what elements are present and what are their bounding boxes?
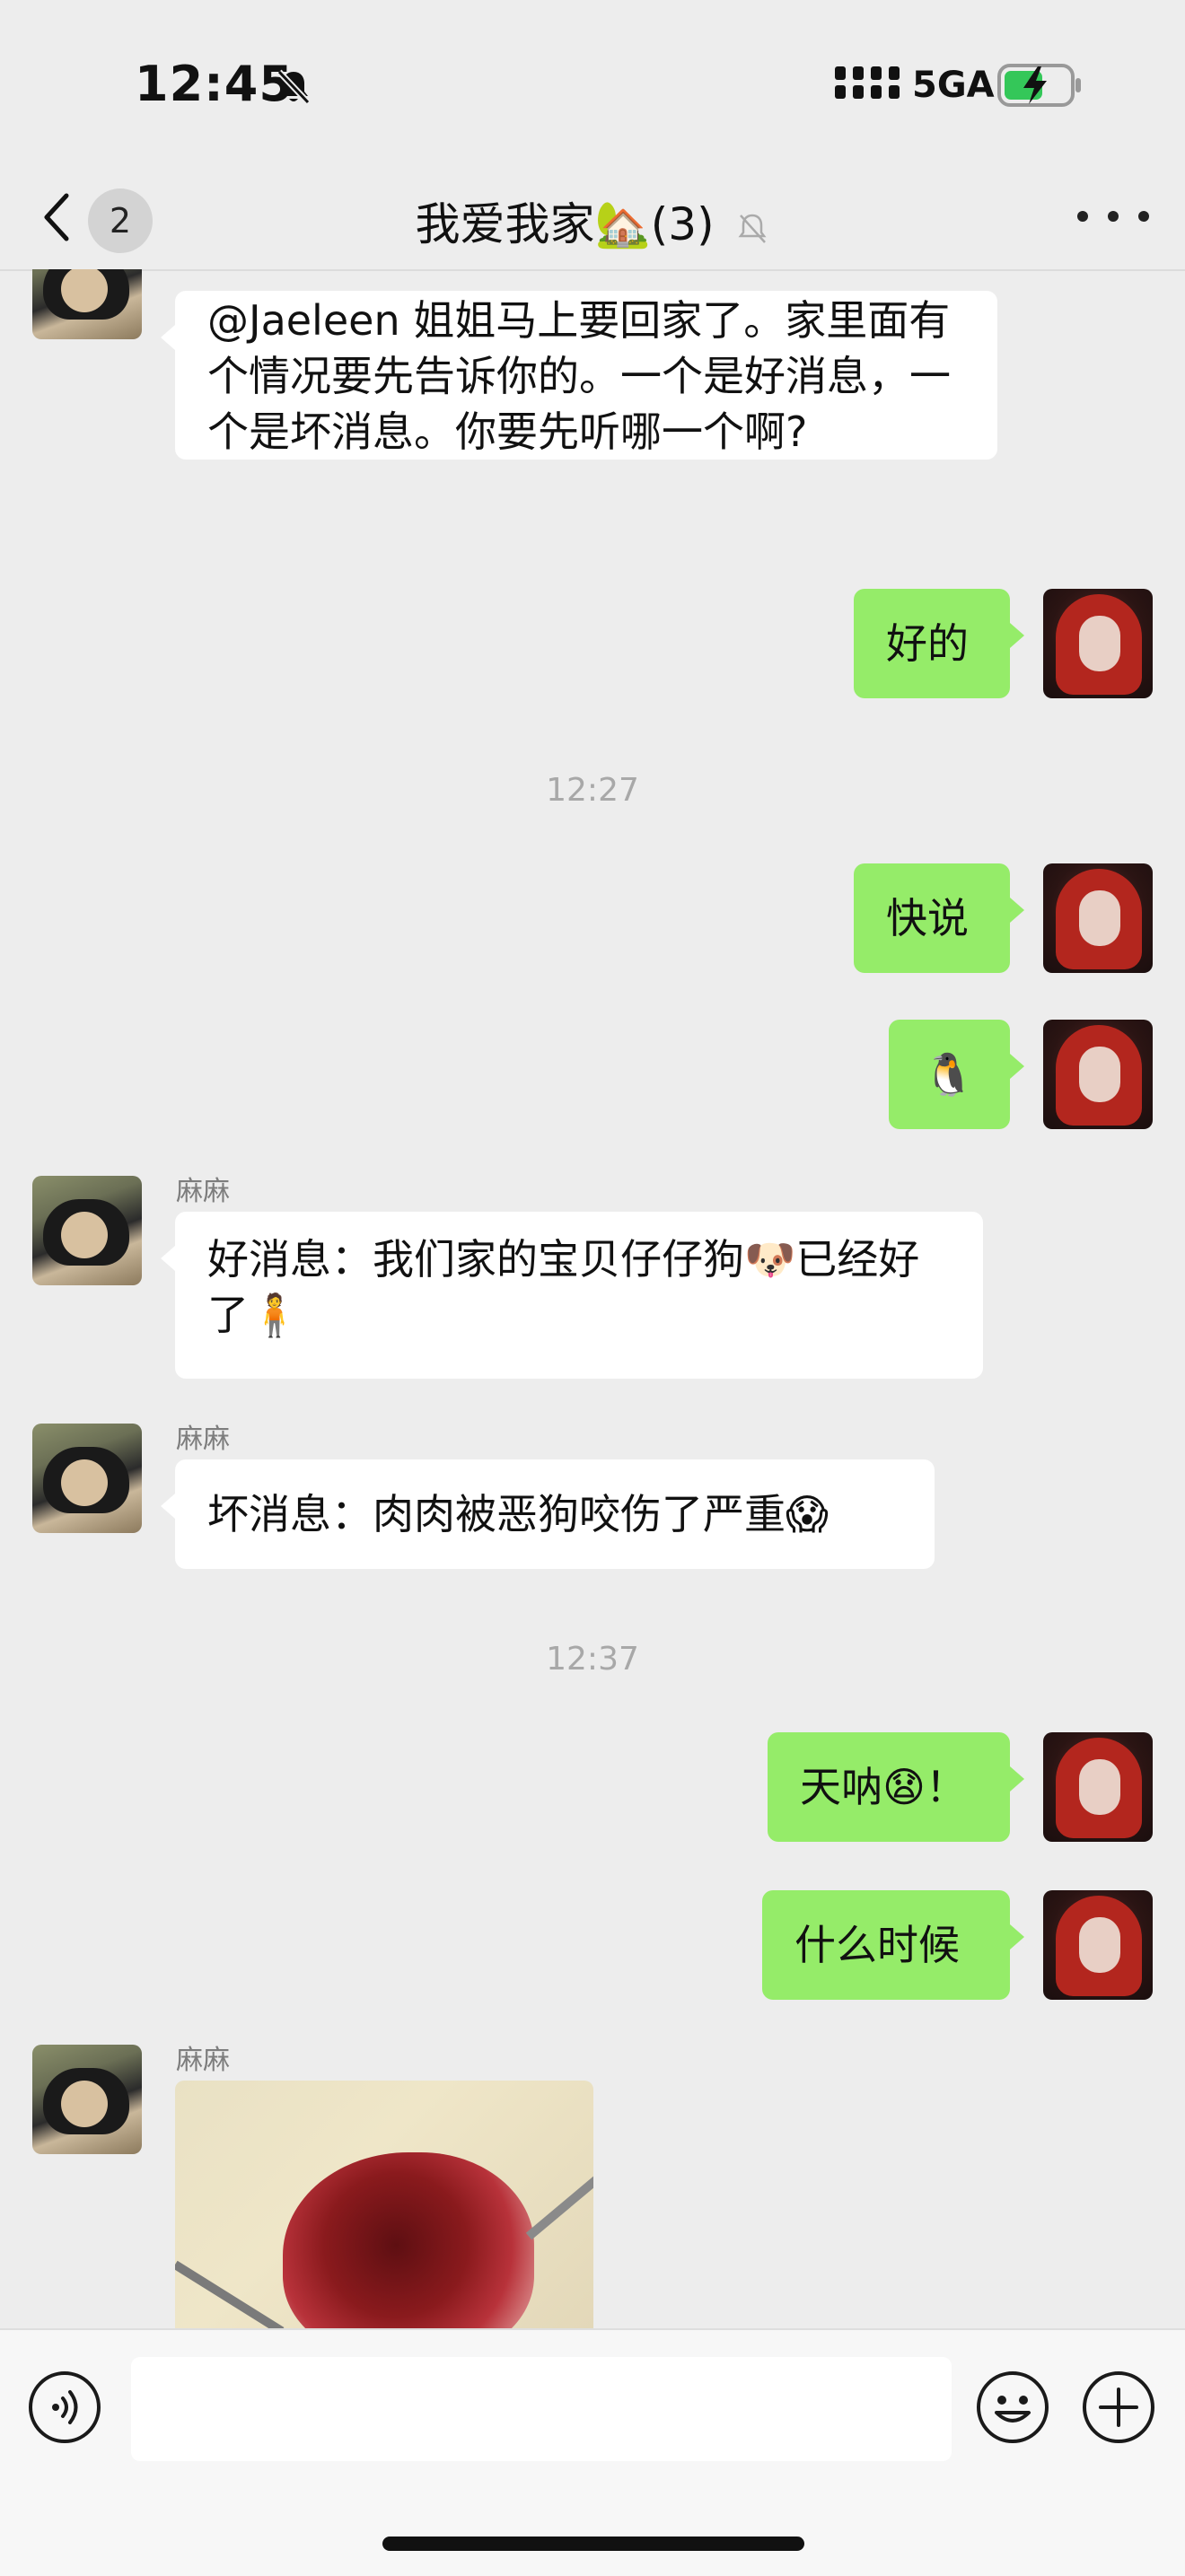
network-label: 5GA	[912, 65, 995, 106]
home-indicator	[382, 2537, 804, 2551]
avatar[interactable]	[1043, 589, 1153, 698]
more-button[interactable]	[1077, 194, 1149, 239]
status-bar: 12:45 5GA	[0, 0, 1185, 162]
message-text: 好消息：我们家的宝贝仔仔狗🐶已经好了🧍	[207, 1235, 920, 1339]
avatar[interactable]	[1043, 863, 1153, 973]
timestamp: 12:27	[546, 772, 639, 809]
avatar[interactable]	[1043, 1020, 1153, 1129]
sender-name: 麻麻	[176, 2045, 230, 2076]
avatar[interactable]	[32, 269, 142, 339]
bell-off-icon	[276, 69, 311, 105]
message-bubble[interactable]: 好的	[854, 589, 1024, 698]
message-text: 什么时候	[794, 1921, 960, 1969]
chat-title-text: 我爱我家🏡(3)	[415, 198, 715, 250]
message-list[interactable]: @Jaeleen 姐姐马上要回家了。家里面有个情况要先告诉你的。一个是好消息，一…	[0, 269, 1185, 2328]
more-dots-icon	[1077, 211, 1088, 222]
message-bubble[interactable]: @Jaeleen 姐姐马上要回家了。家里面有个情况要先告诉你的。一个是好消息，一…	[161, 291, 997, 460]
avatar[interactable]	[32, 2045, 142, 2154]
message-text: 快说	[886, 894, 969, 942]
sender-name: 麻麻	[176, 1176, 230, 1207]
voice-icon[interactable]	[27, 2370, 102, 2445]
bell-off-icon	[738, 214, 766, 243]
message-text: 天呐😧！	[800, 1763, 967, 1811]
message-text: 坏消息：肉肉被恶狗咬伤了严重😱	[207, 1490, 829, 1538]
message-text: 好的	[886, 619, 969, 668]
chat-title[interactable]: 我爱我家🏡(3)	[0, 188, 1185, 253]
avatar[interactable]	[1043, 1890, 1153, 2000]
signal-icon	[835, 66, 900, 99]
message-bubble[interactable]: 好消息：我们家的宝贝仔仔狗🐶已经好了🧍	[161, 1212, 983, 1379]
nav-bar: 2 我爱我家🏡(3)	[0, 162, 1185, 271]
message-text: 🐧	[923, 1050, 975, 1099]
message-bubble[interactable]: 什么时候	[762, 1890, 1024, 2000]
battery-charging-icon	[997, 64, 1081, 107]
image-message[interactable]	[175, 2081, 593, 2328]
message-bubble[interactable]: 坏消息：肉肉被恶狗咬伤了严重😱	[161, 1459, 935, 1569]
message-bubble[interactable]: 🐧	[889, 1020, 1024, 1129]
plus-icon[interactable]	[1081, 2370, 1156, 2445]
message-input[interactable]	[131, 2357, 952, 2461]
message-bubble[interactable]: 快说	[854, 863, 1024, 973]
avatar[interactable]	[32, 1424, 142, 1533]
avatar[interactable]	[1043, 1732, 1153, 1842]
sender-name: 麻麻	[176, 1424, 230, 1455]
message-bubble[interactable]: 天呐😧！	[768, 1732, 1024, 1842]
status-time: 12:45	[135, 56, 294, 112]
message-text: @Jaeleen 姐姐马上要回家了。家里面有个情况要先告诉你的。一个是好消息，一…	[207, 296, 951, 456]
emoji-icon[interactable]	[975, 2370, 1050, 2445]
timestamp: 12:37	[546, 1641, 639, 1678]
avatar[interactable]	[32, 1176, 142, 1285]
